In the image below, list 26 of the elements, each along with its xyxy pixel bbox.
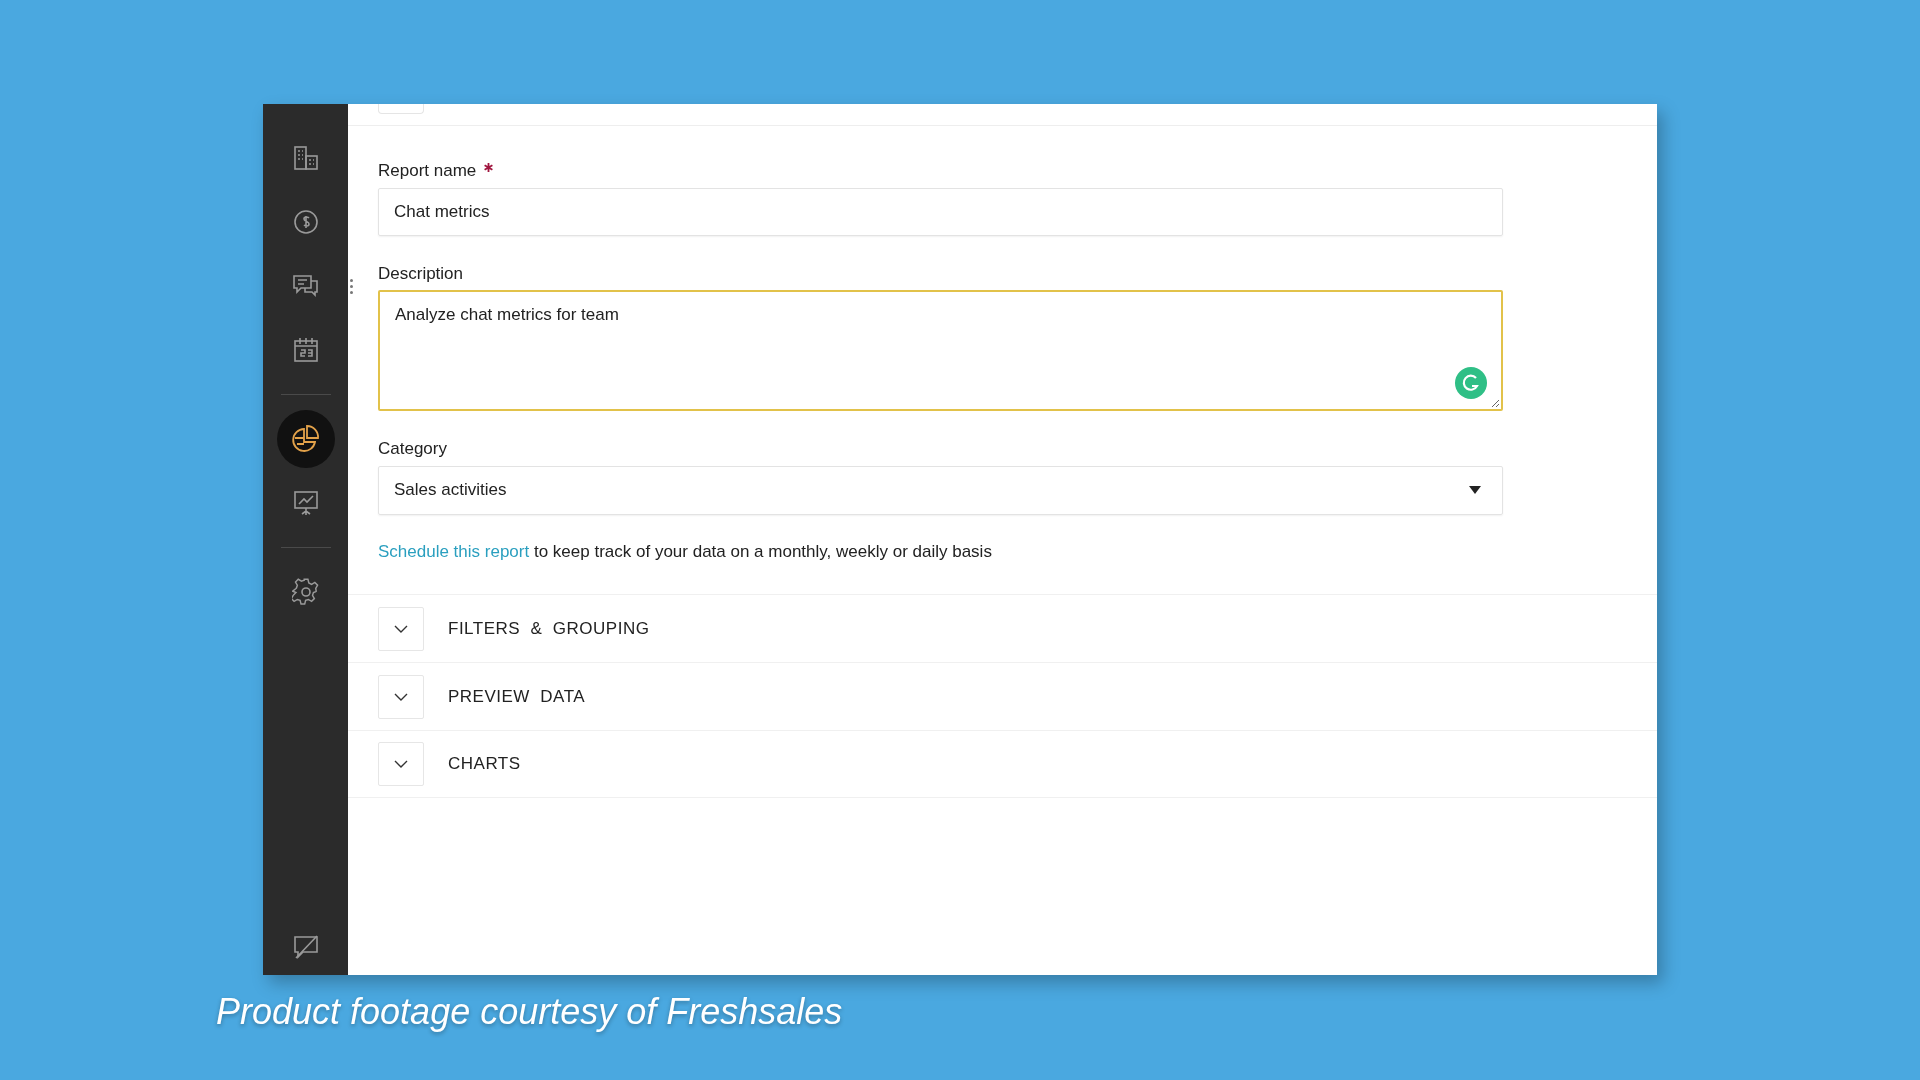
building-icon[interactable] bbox=[291, 144, 320, 172]
field-label: Category bbox=[378, 438, 447, 460]
comment-off-icon[interactable] bbox=[291, 933, 320, 961]
tab-stub bbox=[378, 104, 424, 114]
category-dropdown[interactable]: Sales activities bbox=[378, 465, 1503, 515]
section-title[interactable]: FILTERS & GROUPING bbox=[448, 615, 650, 642]
caption: Product footage courtesy of Freshsales bbox=[216, 990, 843, 1034]
field-label: Description bbox=[378, 262, 464, 285]
chevron-down-icon bbox=[394, 692, 408, 701]
dropdown-caret-icon bbox=[1469, 486, 1481, 494]
chat-icon[interactable] bbox=[290, 272, 321, 300]
section-title[interactable]: PREVIEW DATA bbox=[448, 683, 586, 710]
resize-handle-icon[interactable] bbox=[1491, 399, 1500, 408]
description-field[interactable]: Analyze chat metrics for team bbox=[378, 290, 1503, 411]
presentation-chart-icon[interactable] bbox=[291, 489, 320, 517]
calendar-icon[interactable] bbox=[291, 336, 320, 364]
pie-chart-icon[interactable] bbox=[290, 424, 321, 454]
settings-icon[interactable] bbox=[291, 578, 320, 606]
field-label: Report name bbox=[378, 160, 477, 182]
chevron-down-icon bbox=[394, 624, 408, 633]
more-icon[interactable] bbox=[349, 279, 353, 294]
section-title[interactable]: CHARTS bbox=[448, 751, 521, 777]
chevron-down-icon bbox=[394, 760, 408, 768]
dollar-icon[interactable] bbox=[291, 208, 320, 236]
schedule-hint: Schedule this report to keep track of your data on a monthly, weekly or daily basis bbox=[378, 540, 993, 563]
report-name-field[interactable]: Chat metrics bbox=[378, 187, 1503, 236]
